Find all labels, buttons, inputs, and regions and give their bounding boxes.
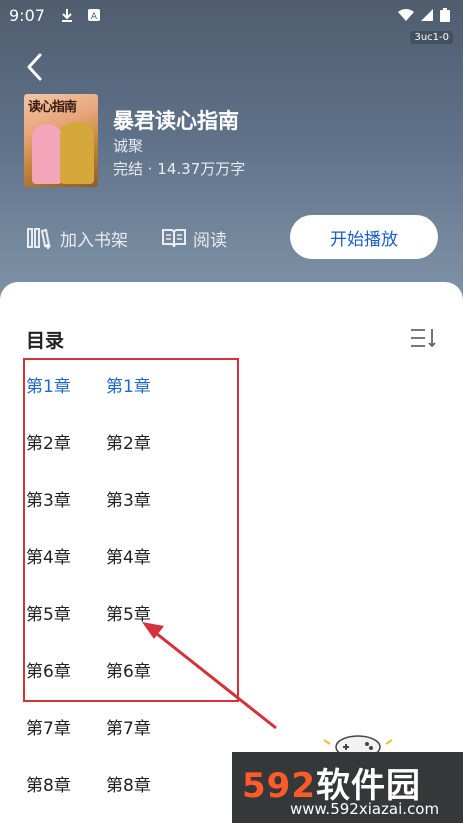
cover-title: 读心指南 (28, 100, 77, 115)
book-header: 9:07 A 3uc1-0 读心指南 暴君读心指南 诚聚 完结 · 14.37万… (0, 0, 463, 300)
book-title: 暴君读心指南 (113, 109, 239, 133)
add-shelf-button[interactable]: 加入书架 (26, 224, 128, 252)
chapter-title: 第7章 (26, 719, 71, 739)
bookshelf-icon (27, 228, 51, 249)
book-author[interactable]: 诚聚 (113, 135, 143, 156)
signal-icon (421, 9, 433, 21)
status-time: 9:07 (9, 6, 45, 25)
read-label: 阅读 (193, 230, 227, 251)
cover-figure-left (32, 124, 62, 184)
svg-text:A: A (91, 12, 98, 22)
read-button[interactable]: 阅读 (161, 224, 227, 252)
book-cover[interactable]: 读心指南 (24, 94, 98, 187)
chapter-title: 第8章 (26, 776, 71, 796)
chapter-row[interactable]: 第8章 第8章 (26, 771, 151, 796)
chapter-row[interactable]: 第7章 第7章 (26, 714, 151, 739)
battery-icon (440, 8, 450, 22)
toc-title: 目录 (26, 330, 65, 352)
status-bar: 9:07 A (0, 0, 463, 30)
back-arrow-icon[interactable] (22, 50, 52, 84)
add-shelf-label: 加入书架 (60, 230, 128, 251)
download-icon (62, 9, 72, 22)
watermark-url: www.592xiazai.com (290, 800, 440, 818)
chapter-subtitle: 第8章 (106, 776, 151, 796)
app-notification-icon: A (88, 9, 100, 22)
sort-icon[interactable] (409, 326, 437, 350)
debug-badge: 3uc1-0 (410, 31, 453, 44)
start-play-button[interactable]: 开始播放 (290, 215, 438, 259)
site-watermark: 592软件园 www.592xiazai.com (232, 752, 463, 823)
open-book-icon (162, 229, 186, 248)
annotation-highlight-box (23, 358, 239, 702)
cover-figure-right (60, 122, 94, 184)
wifi-icon (398, 8, 414, 21)
book-meta: 完结 · 14.37万万字 (113, 160, 246, 178)
chapter-subtitle: 第7章 (106, 719, 151, 739)
